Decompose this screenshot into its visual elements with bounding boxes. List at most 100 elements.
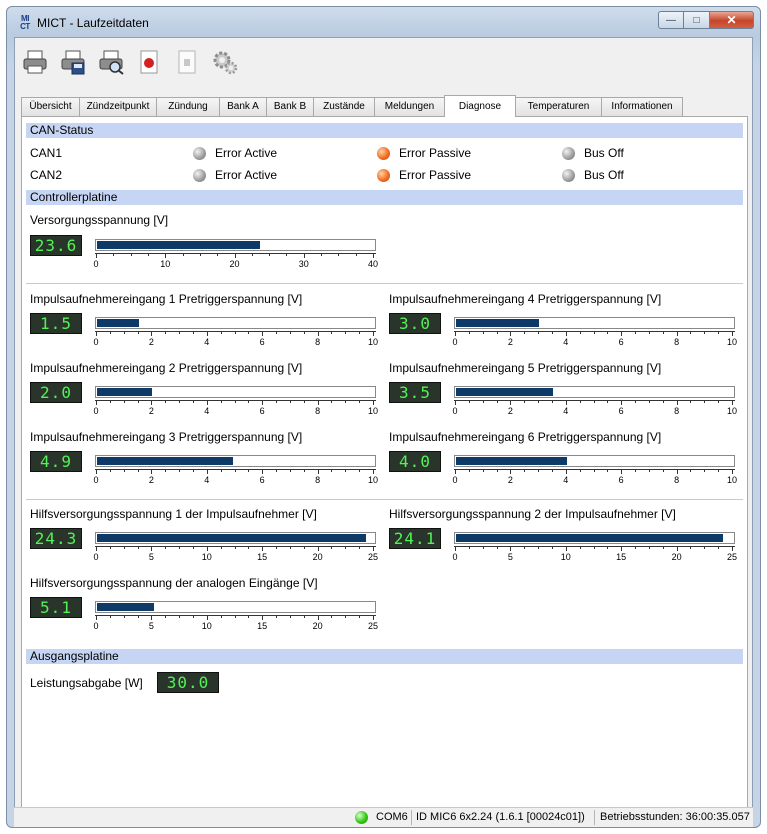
minor-tick bbox=[704, 469, 706, 472]
versorgung-title: Versorgungsspannung [V] bbox=[30, 213, 169, 227]
ausgangsplatine-header: Ausgangsplatine bbox=[26, 649, 743, 664]
hilfs-analog-bar-fill bbox=[97, 603, 154, 611]
tab-diagnose[interactable]: Diagnose bbox=[444, 95, 516, 117]
major-tick bbox=[510, 546, 512, 551]
minor-tick bbox=[289, 546, 291, 549]
minor-tick bbox=[468, 331, 470, 334]
minor-tick bbox=[248, 546, 250, 549]
maximize-button[interactable]: □ bbox=[684, 11, 710, 29]
hilfs-1-lcd: 24.3 bbox=[30, 528, 82, 549]
tick-label: 6 bbox=[618, 337, 624, 347]
tab-bank-b[interactable]: Bank B bbox=[266, 97, 314, 116]
minor-tick bbox=[551, 546, 553, 549]
minor-tick bbox=[192, 469, 194, 472]
minor-tick bbox=[524, 400, 526, 403]
major-tick bbox=[262, 331, 264, 336]
tab-meldungen[interactable]: Meldungen bbox=[374, 97, 445, 116]
minor-tick bbox=[192, 331, 194, 334]
can-status-header: CAN-Status bbox=[26, 123, 743, 138]
major-tick bbox=[455, 546, 456, 551]
minor-tick bbox=[607, 546, 609, 549]
tick-label: 20 bbox=[312, 621, 323, 631]
minor-tick bbox=[718, 400, 720, 403]
print-button[interactable] bbox=[21, 48, 49, 76]
minor-tick bbox=[538, 469, 540, 472]
minor-tick bbox=[234, 469, 236, 472]
minor-tick bbox=[109, 469, 111, 472]
minor-tick bbox=[234, 615, 236, 618]
tab-temperaturen[interactable]: Temperaturen bbox=[515, 97, 602, 116]
tab-uebersicht[interactable]: Übersicht bbox=[21, 97, 80, 116]
tick-label: 0 bbox=[452, 475, 458, 485]
settings-button[interactable] bbox=[211, 48, 239, 76]
tick-label: 10 bbox=[560, 552, 571, 562]
minor-tick bbox=[123, 400, 125, 403]
major-tick bbox=[621, 546, 623, 551]
print-save-button[interactable] bbox=[59, 48, 87, 76]
minor-tick bbox=[524, 546, 526, 549]
record-button[interactable] bbox=[135, 48, 163, 76]
document-icon bbox=[178, 50, 196, 74]
close-button[interactable]: ✕ bbox=[710, 11, 754, 29]
impuls-3-title: Impulsaufnehmereingang 3 Pretriggerspann… bbox=[30, 430, 303, 444]
major-tick bbox=[373, 253, 374, 258]
print-preview-icon bbox=[99, 50, 124, 75]
tab-informationen[interactable]: Informationen bbox=[601, 97, 683, 116]
major-tick bbox=[373, 331, 374, 336]
minor-tick bbox=[220, 546, 222, 549]
tab-zuendung[interactable]: Zündung bbox=[156, 97, 220, 116]
scale-axis bbox=[95, 253, 376, 254]
can2-label: CAN2 bbox=[30, 168, 63, 182]
document-button[interactable] bbox=[173, 48, 201, 76]
minor-tick bbox=[289, 615, 291, 618]
major-tick bbox=[510, 331, 512, 336]
impuls-2-scale: 0 2 4 6 8 10 bbox=[93, 400, 378, 418]
window-title: MICT - Laufzeitdaten bbox=[37, 16, 149, 30]
hilfs-2-title: Hilfsversorgungsspannung 2 der Impulsauf… bbox=[389, 507, 676, 521]
toolbar bbox=[21, 44, 239, 80]
minor-tick bbox=[276, 331, 278, 334]
tab-zuendzeitpunkt[interactable]: Zündzeitpunkt bbox=[79, 97, 157, 116]
major-tick bbox=[676, 546, 678, 551]
impuls-1-lcd: 1.5 bbox=[30, 313, 82, 334]
print-preview-button[interactable] bbox=[97, 48, 125, 76]
minor-tick bbox=[690, 331, 692, 334]
tick-label: 2 bbox=[507, 337, 513, 347]
tab-zustaende[interactable]: Zustände bbox=[313, 97, 375, 116]
close-icon: ✕ bbox=[726, 13, 737, 27]
can2-error-active-label: Error Active bbox=[215, 168, 278, 182]
major-tick bbox=[510, 469, 512, 474]
impuls-3-scale: 0 2 4 6 8 10 bbox=[93, 469, 378, 487]
minor-tick bbox=[359, 331, 361, 334]
minor-tick bbox=[109, 331, 111, 334]
tick-label: 8 bbox=[315, 337, 321, 347]
major-tick bbox=[373, 546, 374, 551]
minor-tick bbox=[538, 400, 540, 403]
status-separator bbox=[411, 810, 412, 825]
major-tick bbox=[373, 400, 374, 405]
minor-tick bbox=[359, 615, 361, 618]
impuls-4-bar-fill bbox=[456, 319, 540, 327]
minor-tick bbox=[718, 331, 720, 334]
client-area: Übersicht Zündzeitpunkt Zündung Bank A B… bbox=[14, 37, 753, 821]
major-tick bbox=[732, 546, 733, 551]
minor-tick bbox=[137, 469, 139, 472]
minor-tick bbox=[662, 469, 664, 472]
tick-label: 8 bbox=[674, 406, 680, 416]
minor-tick bbox=[718, 469, 720, 472]
major-tick bbox=[151, 400, 153, 405]
tab-bank-a[interactable]: Bank A bbox=[219, 97, 267, 116]
major-tick bbox=[621, 469, 623, 474]
title-bar[interactable]: MI CT MICT - Laufzeitdaten — □ ✕ bbox=[7, 7, 760, 37]
minor-tick bbox=[551, 400, 553, 403]
major-tick bbox=[96, 615, 97, 620]
minor-tick bbox=[289, 400, 291, 403]
major-tick bbox=[373, 615, 374, 620]
minor-tick bbox=[179, 615, 181, 618]
tick-label: 0 bbox=[93, 552, 99, 562]
impuls-2-title: Impulsaufnehmereingang 2 Pretriggerspann… bbox=[30, 361, 303, 375]
minor-tick bbox=[113, 253, 115, 256]
major-tick bbox=[317, 331, 319, 336]
minimize-button[interactable]: — bbox=[658, 11, 684, 29]
major-tick bbox=[151, 469, 153, 474]
